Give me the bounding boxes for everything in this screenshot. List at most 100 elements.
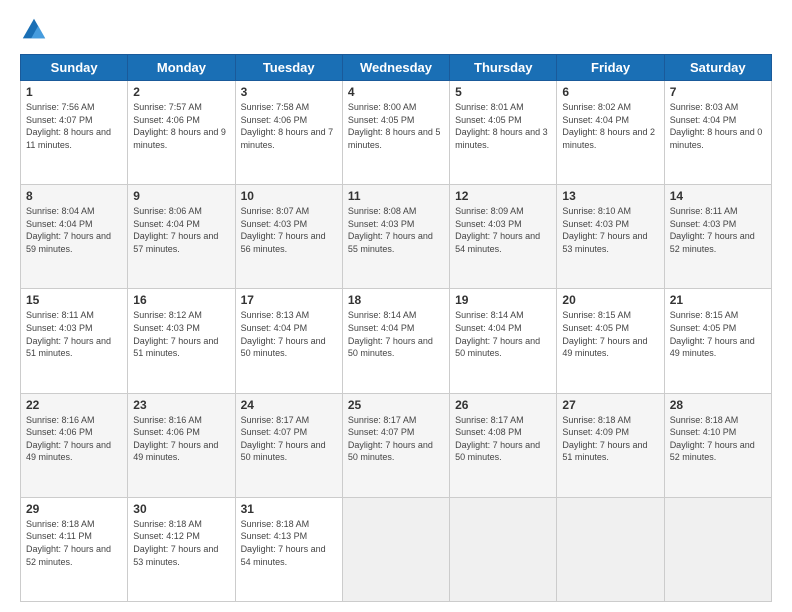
weekday-header-row: SundayMondayTuesdayWednesdayThursdayFrid… (21, 55, 772, 81)
logo (20, 16, 52, 44)
calendar-cell: 28 Sunrise: 8:18 AMSunset: 4:10 PMDayligh… (664, 393, 771, 497)
calendar-cell: 29Sunrise: 8:18 AMSunset: 4:11 PMDayligh… (21, 497, 128, 601)
day-number: 21 (670, 293, 766, 307)
day-info: Sunrise: 8:03 AMSunset: 4:04 PMDaylight:… (670, 101, 766, 151)
calendar-cell: 31 Sunrise: 8:18 AMSunset: 4:13 PMDayligh… (235, 497, 342, 601)
day-info: Sunrise: 8:16 AMSunset: 4:06 PMDaylight:… (133, 414, 229, 464)
calendar-cell: 26 Sunrise: 8:17 AMSunset: 4:08 PMDayligh… (450, 393, 557, 497)
day-number: 30 (133, 502, 229, 516)
weekday-header-monday: Monday (128, 55, 235, 81)
calendar-week-2: 8Sunrise: 8:04 AMSunset: 4:04 PMDaylight… (21, 185, 772, 289)
calendar-week-4: 22 Sunrise: 8:16 AMSunset: 4:06 PMDayligh… (21, 393, 772, 497)
day-info: Sunrise: 7:57 AMSunset: 4:06 PMDaylight:… (133, 101, 229, 151)
calendar-cell: 3 Sunrise: 7:58 AMSunset: 4:06 PMDaylight… (235, 81, 342, 185)
weekday-header-thursday: Thursday (450, 55, 557, 81)
day-info: Sunrise: 8:01 AMSunset: 4:05 PMDaylight:… (455, 101, 551, 151)
calendar-cell: 13 Sunrise: 8:10 AMSunset: 4:03 PMDayligh… (557, 185, 664, 289)
day-number: 22 (26, 398, 122, 412)
day-info: Sunrise: 8:18 AMSunset: 4:12 PMDaylight:… (133, 518, 229, 568)
day-info: Sunrise: 8:18 AMSunset: 4:09 PMDaylight:… (562, 414, 658, 464)
day-info: Sunrise: 8:11 AMSunset: 4:03 PMDaylight:… (670, 205, 766, 255)
day-info: Sunrise: 8:12 AMSunset: 4:03 PMDaylight:… (133, 309, 229, 359)
calendar-week-5: 29Sunrise: 8:18 AMSunset: 4:11 PMDayligh… (21, 497, 772, 601)
calendar-cell: 17 Sunrise: 8:13 AMSunset: 4:04 PMDayligh… (235, 289, 342, 393)
calendar-cell: 21Sunrise: 8:15 AMSunset: 4:05 PMDayligh… (664, 289, 771, 393)
calendar-cell: 2 Sunrise: 7:57 AMSunset: 4:06 PMDaylight… (128, 81, 235, 185)
day-number: 4 (348, 85, 444, 99)
calendar-table: SundayMondayTuesdayWednesdayThursdayFrid… (20, 54, 772, 602)
day-number: 26 (455, 398, 551, 412)
day-number: 20 (562, 293, 658, 307)
day-number: 13 (562, 189, 658, 203)
calendar-cell: 7Sunrise: 8:03 AMSunset: 4:04 PMDaylight… (664, 81, 771, 185)
calendar-cell: 9 Sunrise: 8:06 AMSunset: 4:04 PMDaylight… (128, 185, 235, 289)
day-number: 12 (455, 189, 551, 203)
day-info: Sunrise: 8:17 AMSunset: 4:07 PMDaylight:… (241, 414, 337, 464)
day-number: 3 (241, 85, 337, 99)
calendar-cell (450, 497, 557, 601)
day-info: Sunrise: 8:15 AMSunset: 4:05 PMDaylight:… (562, 309, 658, 359)
calendar-cell: 12 Sunrise: 8:09 AMSunset: 4:03 PMDayligh… (450, 185, 557, 289)
day-number: 10 (241, 189, 337, 203)
day-info: Sunrise: 8:04 AMSunset: 4:04 PMDaylight:… (26, 205, 122, 255)
calendar-cell: 25Sunrise: 8:17 AMSunset: 4:07 PMDayligh… (342, 393, 449, 497)
day-number: 16 (133, 293, 229, 307)
calendar-cell: 10Sunrise: 8:07 AMSunset: 4:03 PMDayligh… (235, 185, 342, 289)
day-number: 1 (26, 85, 122, 99)
day-info: Sunrise: 7:58 AMSunset: 4:06 PMDaylight:… (241, 101, 337, 151)
calendar-cell: 16 Sunrise: 8:12 AMSunset: 4:03 PMDayligh… (128, 289, 235, 393)
day-number: 9 (133, 189, 229, 203)
calendar-cell: 1Sunrise: 7:56 AMSunset: 4:07 PMDaylight… (21, 81, 128, 185)
day-info: Sunrise: 8:16 AMSunset: 4:06 PMDaylight:… (26, 414, 122, 464)
day-info: Sunrise: 8:14 AMSunset: 4:04 PMDaylight:… (348, 309, 444, 359)
day-info: Sunrise: 8:10 AMSunset: 4:03 PMDaylight:… (562, 205, 658, 255)
day-info: Sunrise: 8:18 AMSunset: 4:10 PMDaylight:… (670, 414, 766, 464)
calendar-cell (664, 497, 771, 601)
day-number: 15 (26, 293, 122, 307)
day-number: 17 (241, 293, 337, 307)
day-number: 27 (562, 398, 658, 412)
calendar-week-1: 1Sunrise: 7:56 AMSunset: 4:07 PMDaylight… (21, 81, 772, 185)
day-number: 2 (133, 85, 229, 99)
day-number: 31 (241, 502, 337, 516)
calendar-week-3: 15 Sunrise: 8:11 AMSunset: 4:03 PMDayligh… (21, 289, 772, 393)
calendar-cell: 15 Sunrise: 8:11 AMSunset: 4:03 PMDayligh… (21, 289, 128, 393)
calendar-cell: 30 Sunrise: 8:18 AMSunset: 4:12 PMDayligh… (128, 497, 235, 601)
calendar-cell: 20 Sunrise: 8:15 AMSunset: 4:05 PMDayligh… (557, 289, 664, 393)
day-number: 23 (133, 398, 229, 412)
day-info: Sunrise: 8:17 AMSunset: 4:08 PMDaylight:… (455, 414, 551, 464)
logo-icon (20, 16, 48, 44)
day-info: Sunrise: 8:06 AMSunset: 4:04 PMDaylight:… (133, 205, 229, 255)
day-number: 14 (670, 189, 766, 203)
page: SundayMondayTuesdayWednesdayThursdayFrid… (0, 0, 792, 612)
calendar-cell: 14 Sunrise: 8:11 AMSunset: 4:03 PMDayligh… (664, 185, 771, 289)
weekday-header-saturday: Saturday (664, 55, 771, 81)
calendar-cell: 6 Sunrise: 8:02 AMSunset: 4:04 PMDaylight… (557, 81, 664, 185)
day-number: 19 (455, 293, 551, 307)
calendar-cell: 24Sunrise: 8:17 AMSunset: 4:07 PMDayligh… (235, 393, 342, 497)
weekday-header-tuesday: Tuesday (235, 55, 342, 81)
day-info: Sunrise: 8:11 AMSunset: 4:03 PMDaylight:… (26, 309, 122, 359)
header (20, 16, 772, 44)
day-number: 18 (348, 293, 444, 307)
day-number: 25 (348, 398, 444, 412)
day-info: Sunrise: 8:02 AMSunset: 4:04 PMDaylight:… (562, 101, 658, 151)
calendar-cell: 11 Sunrise: 8:08 AMSunset: 4:03 PMDayligh… (342, 185, 449, 289)
calendar-cell: 8Sunrise: 8:04 AMSunset: 4:04 PMDaylight… (21, 185, 128, 289)
weekday-header-friday: Friday (557, 55, 664, 81)
day-info: Sunrise: 8:14 AMSunset: 4:04 PMDaylight:… (455, 309, 551, 359)
weekday-header-wednesday: Wednesday (342, 55, 449, 81)
calendar-cell: 23 Sunrise: 8:16 AMSunset: 4:06 PMDayligh… (128, 393, 235, 497)
day-number: 28 (670, 398, 766, 412)
day-info: Sunrise: 8:09 AMSunset: 4:03 PMDaylight:… (455, 205, 551, 255)
day-info: Sunrise: 8:08 AMSunset: 4:03 PMDaylight:… (348, 205, 444, 255)
day-info: Sunrise: 8:18 AMSunset: 4:13 PMDaylight:… (241, 518, 337, 568)
day-info: Sunrise: 8:00 AMSunset: 4:05 PMDaylight:… (348, 101, 444, 151)
day-number: 5 (455, 85, 551, 99)
calendar-cell: 5 Sunrise: 8:01 AMSunset: 4:05 PMDaylight… (450, 81, 557, 185)
day-number: 11 (348, 189, 444, 203)
weekday-header-sunday: Sunday (21, 55, 128, 81)
day-number: 6 (562, 85, 658, 99)
day-info: Sunrise: 8:13 AMSunset: 4:04 PMDaylight:… (241, 309, 337, 359)
day-info: Sunrise: 8:18 AMSunset: 4:11 PMDaylight:… (26, 518, 122, 568)
